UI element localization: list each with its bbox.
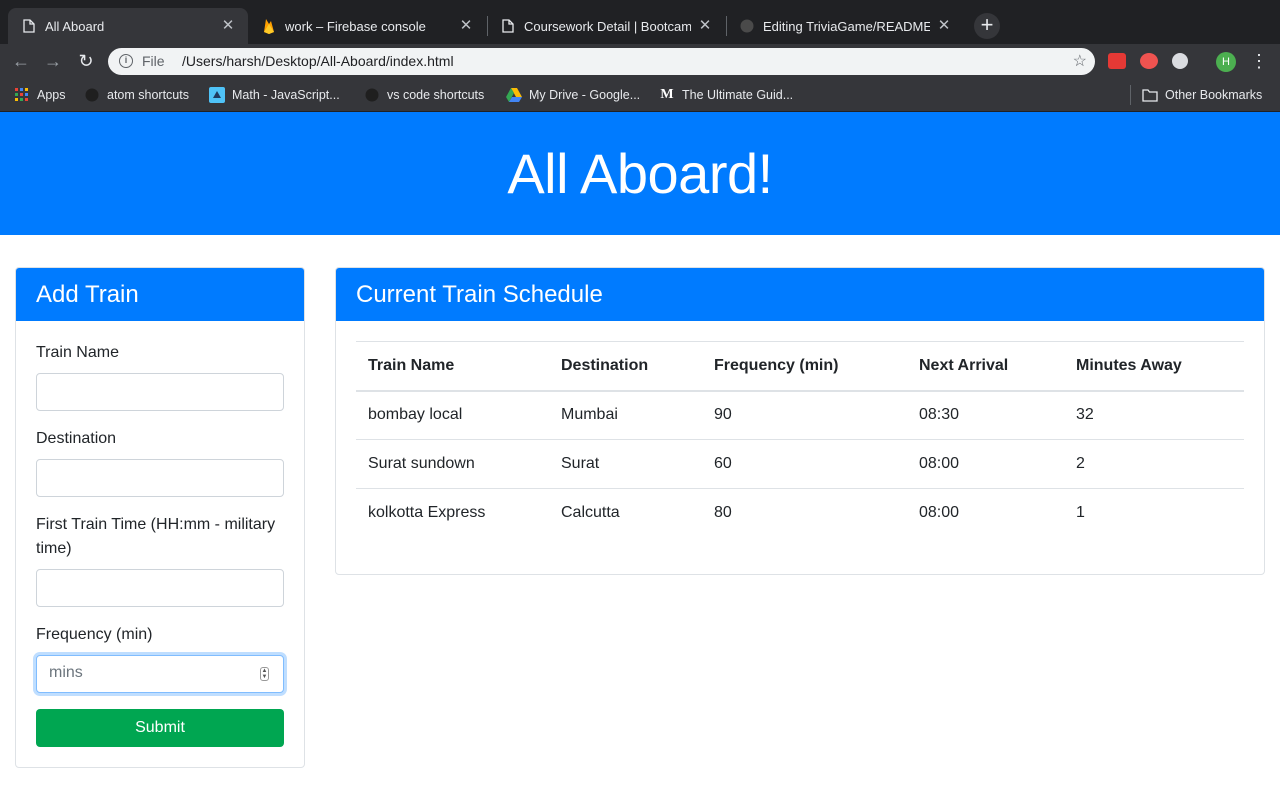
firebase-icon [262,18,276,34]
add-train-card: Add Train Train Name Destination First T… [15,267,305,768]
table-cell: Mumbai [561,406,618,424]
bookmark-label: My Drive - Google... [529,88,641,102]
table-cell: 08:00 [907,488,1064,538]
table-cell: 08:30 [919,406,960,424]
info-icon[interactable]: i [119,54,133,68]
train-schedule-card: Current Train Schedule Train Name Destin… [335,267,1265,575]
bookmark-math-javascript[interactable]: Math - JavaScript... [209,86,340,104]
bookmark-my-drive[interactable]: My Drive - Google... [506,86,640,104]
github-icon [740,18,754,34]
table-row: bombay local Mumbai 90 08:30 32 [356,391,1244,440]
bookmark-divider [1130,85,1131,105]
train-schedule-body: Train Name Destination Frequency (min) N… [336,321,1264,558]
bookmark-apps[interactable]: Apps [14,86,66,104]
back-arrow-icon[interactable]: ← [8,48,34,74]
close-icon[interactable]: ✕ [458,18,474,34]
avatar[interactable]: H [1216,52,1236,72]
tab-title: Coursework Detail | Bootcamp [524,18,691,34]
table-cell: 90 [714,406,732,424]
column-header-minutes-away: Minutes Away [1064,341,1244,392]
bookmark-label: Other Bookmarks [1165,88,1263,102]
more-menu-icon[interactable]: ⋮ [1250,49,1268,73]
tab-readme[interactable]: Editing TriviaGame/README.m ✕ [726,8,964,44]
extension-icon[interactable] [1172,53,1188,69]
tab-title: Editing TriviaGame/README.m [763,18,930,34]
table-cell: 2 [1064,439,1244,489]
table-cell: kolkotta Express [356,488,549,538]
forward-arrow-icon[interactable]: → [40,48,66,74]
bookmark-label: Math - JavaScript... [232,88,340,102]
bookmark-other-bookmarks[interactable]: Other Bookmarks [1142,86,1262,104]
table-cell: bombay local [368,406,463,424]
submit-button[interactable]: Submit [36,709,284,747]
column-header-next-arrival: Next Arrival [907,341,1064,392]
bookmark-label: Apps [37,88,66,102]
video-extension-icon[interactable] [1140,53,1158,69]
table-cell: 32 [1076,406,1094,424]
column-header-destination: Destination [549,341,702,392]
table-row: Surat sundown Surat 60 08:00 2 [356,439,1244,489]
address-bar[interactable]: i File /Users/harsh/Desktop/All-Aboard/i… [108,48,1095,75]
add-train-form: Train Name Destination First Train Time … [16,321,304,767]
bookmark-label: vs code shortcuts [387,88,485,102]
first-train-time-input[interactable] [36,569,284,607]
github-icon [84,87,100,103]
table-header-row: Train Name Destination Frequency (min) N… [356,341,1244,392]
frequency-input[interactable]: mins ▲ ▼ [36,655,284,693]
table-row: kolkotta Express Calcutta 80 08:00 1 [356,488,1244,538]
tab-all-aboard[interactable]: All Aboard ✕ [8,8,248,44]
close-icon[interactable]: ✕ [936,18,952,34]
new-tab-button[interactable]: + [974,13,1000,39]
apps-grid-icon [14,87,30,103]
bookmark-atom-shortcuts[interactable]: atom shortcuts [84,86,189,104]
table-cell: 08:00 [907,439,1064,489]
star-icon[interactable]: ☆ [1073,51,1087,71]
tab-title: work – Firebase console [285,18,426,34]
tab-firebase[interactable]: work – Firebase console ✕ [248,8,486,44]
tab-title: All Aboard [45,18,105,34]
page-title: All Aboard! [507,142,773,205]
close-icon[interactable]: ✕ [697,18,713,34]
close-icon[interactable]: ✕ [220,18,236,34]
column-header-train-name: Train Name [356,341,549,392]
bookmark-vs-code-shortcuts[interactable]: vs code shortcuts [364,86,484,104]
destination-input[interactable] [36,459,284,497]
table-cell: Surat [549,439,702,489]
page-icon [22,18,36,34]
add-train-header: Add Train [16,268,304,321]
table-cell: Surat sundown [356,439,549,489]
page-icon [501,18,515,34]
table-cell: 80 [702,488,907,538]
destination-label: Destination [36,430,117,447]
number-spinner-icon[interactable]: ▲ ▼ [260,667,269,681]
bookmark-label: atom shortcuts [107,88,189,102]
reload-icon[interactable]: ↻ [73,48,99,74]
folder-icon [1142,87,1158,103]
table-cell: 1 [1064,488,1244,538]
frequency-label: Frequency (min) [36,626,153,643]
table-cell: 60 [702,439,907,489]
frequency-placeholder: mins [49,664,83,681]
bookmarks-bar: Apps atom shortcuts Math - JavaScript...… [0,78,1280,112]
column-header-frequency: Frequency (min) [702,341,907,392]
medium-icon: M [660,87,674,102]
train-schedule-table: Train Name Destination Frequency (min) N… [356,341,1244,538]
train-schedule-header: Current Train Schedule [336,268,1264,321]
url-scheme: File [142,53,165,69]
github-icon [364,87,380,103]
train-name-label: Train Name [36,344,119,361]
bookmark-label: The Ultimate Guid... [682,88,794,102]
table-cell: Calcutta [549,488,702,538]
youtube-extension-icon[interactable] [1108,53,1126,69]
browser-toolbar: ← → ↻ i File /Users/harsh/Desktop/All-Ab… [0,44,1280,78]
url-text[interactable]: /Users/harsh/Desktop/All-Aboard/index.ht… [182,53,454,69]
tab-strip: All Aboard ✕ work – Firebase console ✕ C… [0,0,1280,44]
train-name-input[interactable] [36,373,284,411]
bookmark-ultimate-guide[interactable]: M The Ultimate Guid... [659,86,793,104]
first-train-time-label: First Train Time (HH:mm - military time) [36,516,276,557]
bookmark-favicon-icon [209,87,225,103]
page-header: All Aboard! [0,112,1280,235]
google-drive-icon [506,87,522,103]
tab-coursework[interactable]: Coursework Detail | Bootcamp ✕ [487,8,725,44]
